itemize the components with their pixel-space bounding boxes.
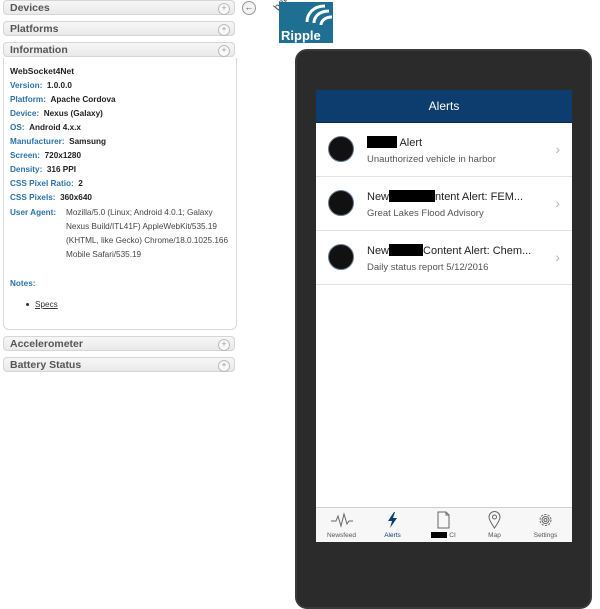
section-platforms[interactable]: Platforms + — [3, 21, 235, 36]
notes-key: Notes: — [10, 279, 36, 288]
info-row-version: Version: 1.0.0.0 — [10, 81, 72, 90]
info-row-screen: Screen: 720x1280 — [10, 151, 81, 160]
section-information-label: Information — [10, 44, 68, 56]
tab-map[interactable]: Map — [469, 508, 520, 542]
alert-title-text: Content Alert: Chem... — [423, 245, 532, 257]
specs-list-item: Specs — [26, 300, 58, 309]
tab-settings[interactable]: Settings — [520, 508, 571, 542]
expand-icon[interactable]: + — [218, 45, 230, 57]
info-row-manufacturer: Manufacturer: Samsung — [10, 137, 106, 146]
info-value: 1.0.0.0 — [46, 81, 72, 90]
section-battery-status-label: Battery Status — [10, 359, 82, 371]
info-row-device: Device: Nexus (Galaxy) — [10, 109, 103, 118]
chevron-right-icon: › — [555, 141, 560, 157]
redaction — [367, 136, 397, 148]
alert-list-item[interactable]: New Content Alert: Chem... Daily status r… — [316, 231, 572, 285]
redaction — [389, 244, 424, 256]
tab-alerts[interactable]: Alerts — [367, 508, 418, 542]
redaction — [431, 532, 448, 538]
tab-label: Map — [488, 532, 501, 539]
alert-subtitle: Daily status report 5/12/2016 — [367, 262, 489, 273]
info-key: Manufacturer: — [10, 137, 65, 146]
expand-icon[interactable]: + — [218, 360, 230, 372]
expand-icon[interactable]: + — [218, 24, 230, 36]
info-key: Version: — [10, 81, 43, 90]
tab-bar: Newsfeed Alerts CI Map Settings — [316, 507, 572, 542]
ripple-logo: Ripple — [279, 2, 333, 43]
alert-title: Alert — [367, 136, 422, 149]
section-accelerometer[interactable]: Accelerometer + — [3, 336, 235, 351]
avatar — [328, 136, 354, 162]
info-value: 360x640 — [60, 193, 92, 202]
app-name: WebSocket4Net — [10, 66, 75, 76]
document-icon — [437, 511, 450, 529]
info-key: OS: — [10, 123, 25, 132]
info-value: 2 — [78, 179, 83, 188]
section-devices-label: Devices — [10, 2, 50, 14]
expand-icon[interactable]: + — [218, 3, 230, 15]
chevron-right-icon: › — [555, 195, 560, 211]
tab-newsfeed[interactable]: Newsfeed — [316, 508, 367, 542]
section-battery-status[interactable]: Battery Status + — [3, 357, 235, 372]
user-agent-key: User Agent: — [10, 208, 57, 217]
tab-label: Newsfeed — [327, 532, 356, 539]
tab-label: CI — [418, 532, 469, 539]
info-value: Nexus (Galaxy) — [43, 109, 103, 118]
expand-icon[interactable]: + — [218, 339, 230, 351]
info-value: Samsung — [69, 137, 107, 146]
info-value: Android 4.x.x — [29, 123, 81, 132]
redaction — [389, 190, 436, 202]
avatar — [328, 244, 354, 270]
info-row-density: Density: 316 PPI — [10, 165, 76, 174]
info-key: Screen: — [10, 151, 41, 160]
section-information[interactable]: Information + — [3, 42, 235, 57]
app-header: Alerts — [316, 90, 572, 123]
phone-screen: Alerts Alert Unauthorized vehicle in har… — [316, 90, 572, 542]
alert-title-prefix: New — [367, 191, 390, 203]
alert-title-text: Alert — [397, 137, 423, 149]
info-value: 316 PPI — [46, 165, 77, 174]
specs-link[interactable]: Specs — [35, 300, 58, 309]
page-title: Alerts — [428, 99, 460, 113]
section-platforms-label: Platforms — [10, 23, 59, 35]
info-key: Device: — [10, 109, 40, 118]
tab-ci[interactable]: CI — [418, 508, 469, 542]
info-value: 720x1280 — [44, 151, 82, 160]
bullet-icon — [26, 303, 29, 307]
ripple-logo-text: Ripple — [281, 28, 321, 43]
section-accelerometer-label: Accelerometer — [10, 338, 83, 350]
info-key: CSS Pixels: — [10, 193, 56, 202]
avatar — [328, 190, 354, 216]
map-pin-icon — [488, 511, 501, 529]
alert-subtitle: Great Lakes Flood Advisory — [367, 208, 484, 219]
tab-label: Alerts — [384, 532, 401, 539]
tab-label: Settings — [533, 532, 558, 539]
info-key: Platform: — [10, 95, 46, 104]
alert-list-item[interactable]: New ntent Alert: FEM... Great Lakes Flood… — [316, 177, 572, 231]
alert-title: New ntent Alert: FEM... — [367, 190, 523, 203]
alert-title-prefix: New — [367, 245, 390, 257]
alert-title: New Content Alert: Chem... — [367, 244, 531, 257]
lightning-icon — [388, 512, 397, 528]
tab-label-text: CI — [449, 532, 456, 539]
info-key: CSS Pixel Ratio: — [10, 179, 74, 188]
collapse-panel-icon[interactable]: ← — [242, 1, 256, 15]
info-value: Apache Cordova — [50, 95, 116, 104]
info-row-css-pixels: CSS Pixels: 360x640 — [10, 193, 92, 202]
info-row-platform: Platform: Apache Cordova — [10, 95, 116, 104]
alert-subtitle: Unauthorized vehicle in harbor — [367, 154, 496, 165]
info-row-os: OS: Android 4.x.x — [10, 123, 81, 132]
alert-title-text: ntent Alert: FEM... — [435, 191, 524, 203]
pulse-icon — [331, 512, 353, 528]
info-key: Density: — [10, 165, 43, 174]
gear-icon — [539, 514, 552, 526]
section-devices[interactable]: Devices + — [3, 0, 235, 15]
alert-list-item[interactable]: Alert Unauthorized vehicle in harbor › — [316, 123, 572, 177]
info-row-css-pixel-ratio: CSS Pixel Ratio: 2 — [10, 179, 83, 188]
user-agent-value: Mozilla/5.0 (Linux; Android 4.0.1; Galax… — [66, 208, 229, 259]
chevron-right-icon: › — [555, 249, 560, 265]
